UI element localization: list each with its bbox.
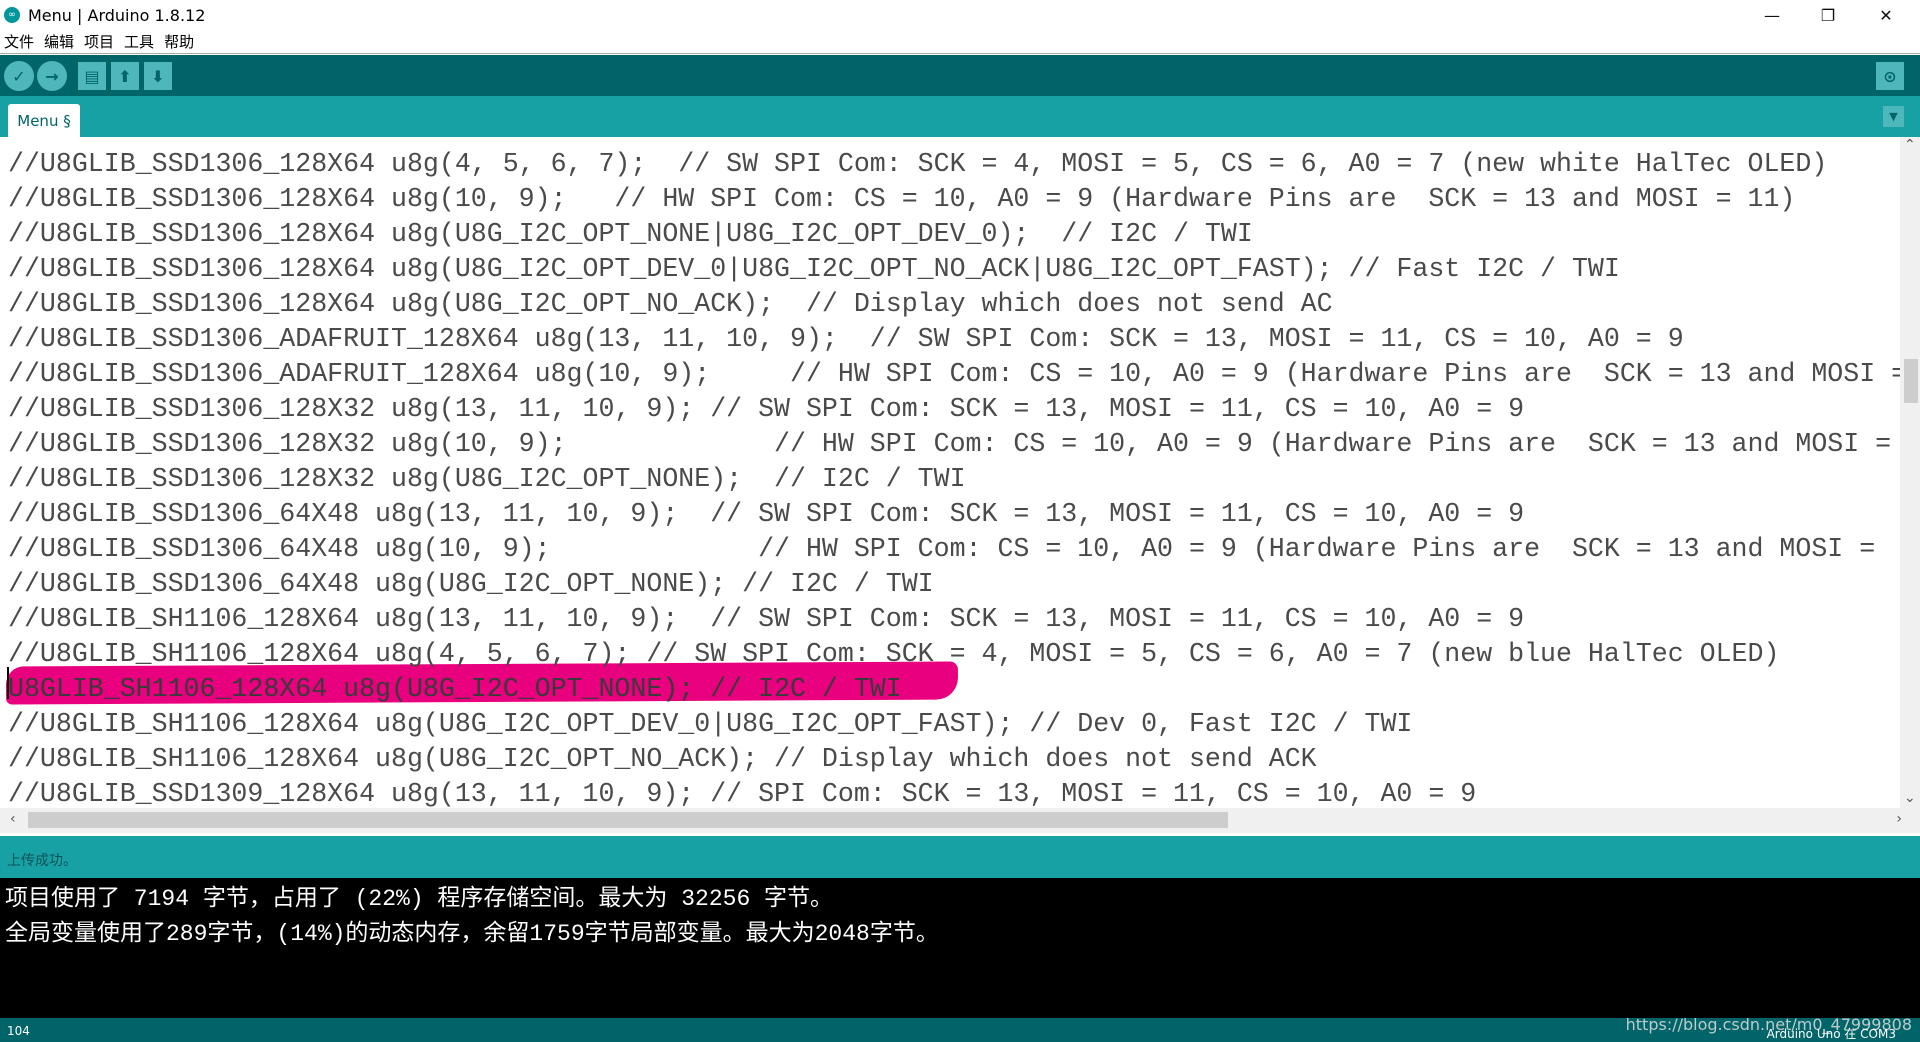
menu-sketch[interactable]: 项目 bbox=[84, 31, 114, 52]
new-button[interactable]: ▤ bbox=[78, 62, 106, 90]
code-line: //U8GLIB_SH1106_128X64 u8g(U8G_I2C_OPT_D… bbox=[8, 709, 1413, 739]
console-line: 全局变量使用了289字节，(14%)的动态内存，余留1759字节局部变量。最大为… bbox=[5, 921, 939, 947]
serial-monitor-button[interactable]: ⊙ bbox=[1876, 62, 1904, 90]
line-number: 104 bbox=[7, 1024, 30, 1038]
menu-help[interactable]: 帮助 bbox=[164, 31, 194, 52]
title-bar: ∞ Menu | Arduino 1.8.12 — ❐ ✕ bbox=[0, 0, 1920, 30]
arduino-logo-icon: ∞ bbox=[4, 7, 20, 23]
horizontal-scroll-thumb[interactable] bbox=[28, 812, 1228, 828]
verify-button[interactable]: ✓ bbox=[4, 61, 34, 91]
menu-file[interactable]: 文件 bbox=[4, 31, 34, 52]
vertical-scroll-thumb[interactable] bbox=[1904, 359, 1918, 403]
console-output: 项目使用了 7194 字节，占用了 (22%) 程序存储空间。最大为 32256… bbox=[0, 878, 1920, 1018]
minimize-button[interactable]: — bbox=[1744, 0, 1800, 30]
board-port: Arduino Uno 在 COM3 bbox=[1766, 1027, 1896, 1041]
code-line: //U8GLIB_SSD1306_128X32 u8g(13, 11, 10, … bbox=[8, 394, 1525, 424]
menu-bar: 文件 编辑 项目 工具 帮助 bbox=[0, 30, 1920, 54]
bottom-status-bar: 104 https://blog.csdn.net/m0_47999808 Ar… bbox=[0, 1015, 1920, 1042]
code-line: //U8GLIB_SSD1306_128X64 u8g(U8G_I2C_OPT_… bbox=[8, 289, 1333, 319]
horizontal-scrollbar[interactable]: ‹ › bbox=[0, 808, 1920, 833]
code-line: //U8GLIB_SH1106_128X64 u8g(13, 11, 10, 9… bbox=[8, 604, 1525, 634]
console-line: 项目使用了 7194 字节，占用了 (22%) 程序存储空间。最大为 32256… bbox=[5, 886, 834, 912]
menu-tools[interactable]: 工具 bbox=[124, 31, 154, 52]
tab-dropdown-icon[interactable]: ▼ bbox=[1883, 106, 1904, 127]
code-line: //U8GLIB_SSD1306_64X48 u8g(13, 11, 10, 9… bbox=[8, 499, 1525, 529]
code-line: //U8GLIB_SSD1306_64X48 u8g(10, 9); // HW… bbox=[8, 534, 1876, 564]
code-lines: //U8GLIB_SSD1306_128X64 u8g(4, 5, 6, 7);… bbox=[8, 147, 1900, 808]
code-line: //U8GLIB_SSD1306_128X64 u8g(U8G_I2C_OPT_… bbox=[8, 254, 1620, 284]
menu-edit[interactable]: 编辑 bbox=[44, 31, 74, 52]
tab-menu-sketch[interactable]: Menu § bbox=[8, 104, 80, 137]
code-line: //U8GLIB_SSD1306_128X32 u8g(10, 9); // H… bbox=[8, 429, 1892, 459]
close-button[interactable]: ✕ bbox=[1858, 0, 1914, 30]
status-message: 上传成功。 bbox=[0, 836, 1920, 878]
open-button[interactable]: ⬆ bbox=[111, 62, 139, 90]
scroll-down-icon[interactable]: ⌄ bbox=[1904, 790, 1916, 806]
code-line: //U8GLIB_SSD1309_128X64 u8g(13, 11, 10, … bbox=[8, 779, 1477, 808]
vertical-scrollbar[interactable]: ⌃ ⌄ bbox=[1900, 137, 1920, 808]
tab-bar: Menu § ▼ bbox=[0, 96, 1920, 137]
code-line: //U8GLIB_SH1106_128X64 u8g(4, 5, 6, 7); … bbox=[8, 639, 1780, 669]
scroll-right-icon[interactable]: › bbox=[1896, 811, 1902, 827]
window-title: Menu | Arduino 1.8.12 bbox=[28, 5, 206, 25]
code-line: //U8GLIB_SSD1306_128X32 u8g(U8G_I2C_OPT_… bbox=[8, 464, 966, 494]
code-line: //U8GLIB_SSD1306_128X64 u8g(10, 9); // H… bbox=[8, 184, 1796, 214]
restore-button[interactable]: ❐ bbox=[1800, 0, 1856, 30]
upload-button[interactable]: → bbox=[37, 61, 67, 91]
code-line: //U8GLIB_SSD1306_64X48 u8g(U8G_I2C_OPT_N… bbox=[8, 569, 934, 599]
code-line: //U8GLIB_SSD1306_ADAFRUIT_128X64 u8g(13,… bbox=[8, 324, 1684, 354]
code-line: //U8GLIB_SSD1306_128X64 u8g(U8G_I2C_OPT_… bbox=[8, 219, 1253, 249]
code-line: //U8GLIB_SSD1306_ADAFRUIT_128X64 u8g(10,… bbox=[8, 359, 1900, 389]
scroll-up-icon[interactable]: ⌃ bbox=[1904, 137, 1916, 153]
code-line: //U8GLIB_SH1106_128X64 u8g(U8G_I2C_OPT_N… bbox=[8, 744, 1317, 774]
scroll-left-icon[interactable]: ‹ bbox=[10, 811, 16, 827]
code-editor[interactable]: //U8GLIB_SSD1306_128X64 u8g(4, 5, 6, 7);… bbox=[0, 137, 1900, 808]
toolbar: ✓ → ▤ ⬆ ⬇ ⊙ bbox=[0, 55, 1920, 96]
save-button[interactable]: ⬇ bbox=[144, 62, 172, 90]
code-line: //U8GLIB_SSD1306_128X64 u8g(4, 5, 6, 7);… bbox=[8, 149, 1828, 179]
code-line: U8GLIB_SH1106_128X64 u8g(U8G_I2C_OPT_NON… bbox=[8, 674, 902, 704]
